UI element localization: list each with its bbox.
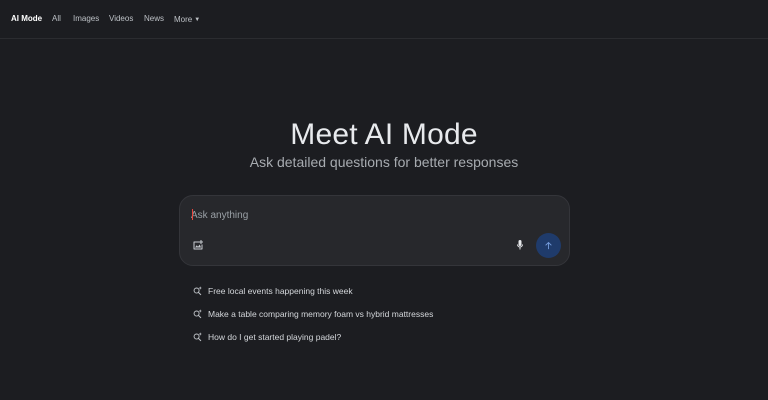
tab-images[interactable]: Images	[73, 14, 99, 26]
chevron-down-icon: ▼	[194, 17, 201, 23]
suggestion-text: Make a table comparing memory foam vs hy…	[208, 308, 434, 319]
tab-ai-mode[interactable]: AI Mode	[11, 14, 42, 26]
tab-news[interactable]: News	[144, 14, 164, 26]
suggestion-text: How do I get started playing padel?	[208, 331, 342, 342]
page: AI Mode All Images Videos News More ▼ Me…	[0, 0, 768, 400]
tab-all[interactable]: All	[52, 14, 61, 26]
suggestion-list: Free local events happening this week Ma…	[191, 279, 571, 348]
suggestion-item[interactable]: How do I get started playing padel?	[191, 325, 571, 348]
tab-videos[interactable]: Videos	[109, 14, 133, 26]
page-title: Meet AI Mode	[290, 118, 478, 151]
tab-more[interactable]: More ▼	[174, 14, 200, 26]
search-sparkle-icon	[191, 308, 203, 320]
suggestion-item[interactable]: Make a table comparing memory foam vs hy…	[191, 302, 571, 325]
send-button[interactable]	[536, 233, 561, 258]
page-subtitle: Ask detailed questions for better respon…	[249, 154, 519, 170]
search-sparkle-icon	[191, 331, 203, 343]
search-box	[179, 195, 570, 266]
voice-search-button[interactable]	[512, 237, 528, 253]
suggestion-item[interactable]: Free local events happening this week	[191, 279, 571, 302]
top-nav: AI Mode All Images Videos News More ▼	[0, 0, 768, 39]
suggestion-text: Free local events happening this week	[208, 285, 353, 296]
image-upload-icon	[193, 240, 203, 250]
microphone-icon	[517, 240, 523, 250]
search-sparkle-icon	[191, 285, 203, 297]
arrow-up-icon	[545, 241, 552, 250]
tab-more-label: More	[174, 15, 193, 24]
text-cursor	[192, 209, 193, 220]
image-upload-button[interactable]	[190, 237, 206, 253]
search-input[interactable]	[191, 207, 491, 223]
